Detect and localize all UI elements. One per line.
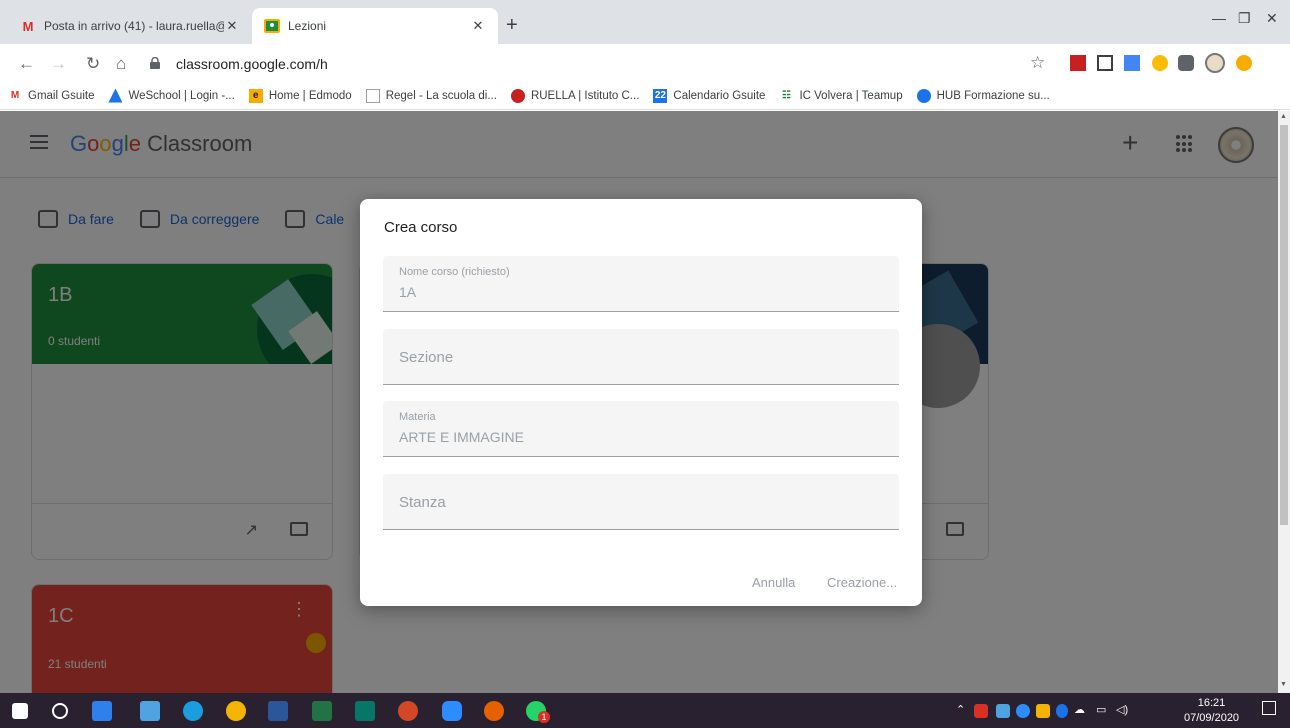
gmail-icon: M xyxy=(10,90,20,101)
new-tab-button[interactable]: + xyxy=(506,14,518,37)
field-value: 1A xyxy=(399,284,417,300)
hub-icon xyxy=(916,88,931,103)
onedrive-icon[interactable]: ☁ xyxy=(1074,703,1085,716)
page-scrollbar[interactable]: ▲ ▼ xyxy=(1278,111,1290,693)
browser-tabstrip: M Posta in arrivo (41) - laura.ruella@ ✕… xyxy=(0,0,1290,44)
teamup-icon: ☷ xyxy=(781,90,791,101)
minimize-icon[interactable]: — xyxy=(1212,10,1226,26)
classroom-icon xyxy=(264,18,280,34)
photos-icon[interactable] xyxy=(140,701,160,721)
puzzle-icon[interactable] xyxy=(1178,55,1194,71)
tray-app-icon[interactable] xyxy=(974,704,988,718)
scroll-up-icon[interactable]: ▲ xyxy=(1280,113,1287,120)
field-value: ARTE E IMMAGINE xyxy=(399,429,524,445)
create-button[interactable]: Creazione... xyxy=(827,575,897,590)
tab-gmail[interactable]: M Posta in arrivo (41) - laura.ruella@ ✕ xyxy=(8,8,252,44)
close-icon[interactable]: ✕ xyxy=(470,18,486,34)
notification-badge: 1 xyxy=(538,711,550,723)
room-field[interactable]: Stanza xyxy=(383,474,899,530)
star-icon[interactable]: ☆ xyxy=(1030,53,1045,73)
tab-title: Lezioni xyxy=(288,19,327,33)
windows-start-icon[interactable] xyxy=(12,703,28,719)
bookmark-gmail[interactable]: M Gmail Gsuite xyxy=(8,89,95,103)
windows-taskbar: 1 ⌃ ☁ ▭ ◁) 16:21 07/09/2020 xyxy=(0,693,1290,728)
edmodo-icon: e xyxy=(248,88,263,103)
search-icon[interactable] xyxy=(52,703,68,719)
reload-icon[interactable]: ↻ xyxy=(86,54,100,74)
close-window-icon[interactable]: ✕ xyxy=(1266,10,1278,27)
page-icon xyxy=(365,88,380,103)
people-icon[interactable] xyxy=(92,701,112,721)
extension-icon[interactable] xyxy=(1124,55,1140,71)
subject-field[interactable]: Materia ARTE E IMMAGINE xyxy=(383,401,899,457)
address-bar[interactable]: classroom.google.com/h xyxy=(150,50,1062,78)
scroll-down-icon[interactable]: ▼ xyxy=(1280,681,1287,688)
bluetooth-icon[interactable] xyxy=(1056,704,1068,718)
back-icon[interactable]: ← xyxy=(18,54,35,74)
tray-zoom-icon[interactable] xyxy=(1016,704,1030,718)
dialog-title: Crea corso xyxy=(384,219,458,236)
forward-icon[interactable]: → xyxy=(50,54,67,74)
browser-toolbar: ← → ↻ ⌂ classroom.google.com/h ☆ xyxy=(0,44,1290,82)
tray-app-icon[interactable] xyxy=(996,704,1010,718)
update-alert-icon[interactable] xyxy=(1236,55,1252,71)
chrome-icon[interactable] xyxy=(226,701,246,721)
network-icon[interactable]: ▭ xyxy=(1096,703,1106,716)
field-label: Materia xyxy=(399,411,436,423)
tab-classroom[interactable]: Lezioni ✕ xyxy=(252,8,498,44)
bookmark-calendario[interactable]: 22 Calendario Gsuite xyxy=(653,88,765,103)
home-icon[interactable]: ⌂ xyxy=(116,54,126,74)
lock-icon xyxy=(150,56,162,72)
bookmark-ruella[interactable]: RUELLA | Istituto C... xyxy=(510,88,639,103)
word-icon[interactable] xyxy=(268,701,288,721)
bookmark-teamup[interactable]: ☷ IC Volvera | Teamup xyxy=(779,89,903,103)
bookmark-weschool[interactable]: WeSchool | Login -... xyxy=(108,88,235,103)
cancel-button[interactable]: Annulla xyxy=(752,575,795,590)
field-placeholder: Sezione xyxy=(399,349,454,366)
firefox-icon[interactable] xyxy=(484,701,504,721)
close-icon[interactable]: ✕ xyxy=(224,18,240,34)
volume-icon[interactable]: ◁) xyxy=(1116,703,1128,716)
edge-icon[interactable] xyxy=(183,701,203,721)
clock-time: 16:21 xyxy=(1197,697,1226,709)
field-label: Nome corso (richiesto) xyxy=(399,266,510,278)
bookmark-regel[interactable]: Regel - La scuola di... xyxy=(365,88,497,103)
url-text: classroom.google.com/h xyxy=(176,56,328,72)
clock-date: 07/09/2020 xyxy=(1184,712,1240,724)
system-clock[interactable]: 16:21 07/09/2020 xyxy=(1184,696,1239,726)
field-placeholder: Stanza xyxy=(399,494,446,511)
calendar-icon: 22 xyxy=(653,88,668,103)
scroll-thumb[interactable] xyxy=(1280,125,1288,525)
excel-icon[interactable] xyxy=(312,701,332,721)
bookmarks-bar: M Gmail Gsuite WeSchool | Login -... e Hom… xyxy=(0,82,1290,110)
bookmark-edmodo[interactable]: e Home | Edmodo xyxy=(248,88,352,103)
acrobat-icon[interactable] xyxy=(1070,55,1086,71)
action-center-icon[interactable] xyxy=(1262,701,1276,715)
bookmark-hub[interactable]: HUB Formazione su... xyxy=(916,88,1050,103)
powerpoint-icon[interactable] xyxy=(398,701,418,721)
weschool-icon xyxy=(108,88,123,103)
gmail-icon: M xyxy=(22,18,34,34)
restore-icon[interactable]: ❐ xyxy=(1238,10,1251,27)
zoom-icon[interactable] xyxy=(442,701,462,721)
publisher-icon[interactable] xyxy=(355,701,375,721)
school-icon xyxy=(510,88,525,103)
tab-title: Posta in arrivo (41) - laura.ruella@ xyxy=(44,19,224,33)
profile-avatar[interactable] xyxy=(1205,53,1225,73)
section-field[interactable]: Sezione xyxy=(383,329,899,385)
tray-security-icon[interactable] xyxy=(1036,704,1050,718)
class-name-field[interactable]: Nome corso (richiesto) 1A xyxy=(383,256,899,312)
grid-extension-icon[interactable] xyxy=(1097,55,1113,71)
create-class-dialog: Crea corso Nome corso (richiesto) 1A Sez… xyxy=(360,199,922,606)
thumbs-up-icon[interactable] xyxy=(1152,55,1168,71)
chevron-up-icon[interactable]: ⌃ xyxy=(956,703,965,716)
